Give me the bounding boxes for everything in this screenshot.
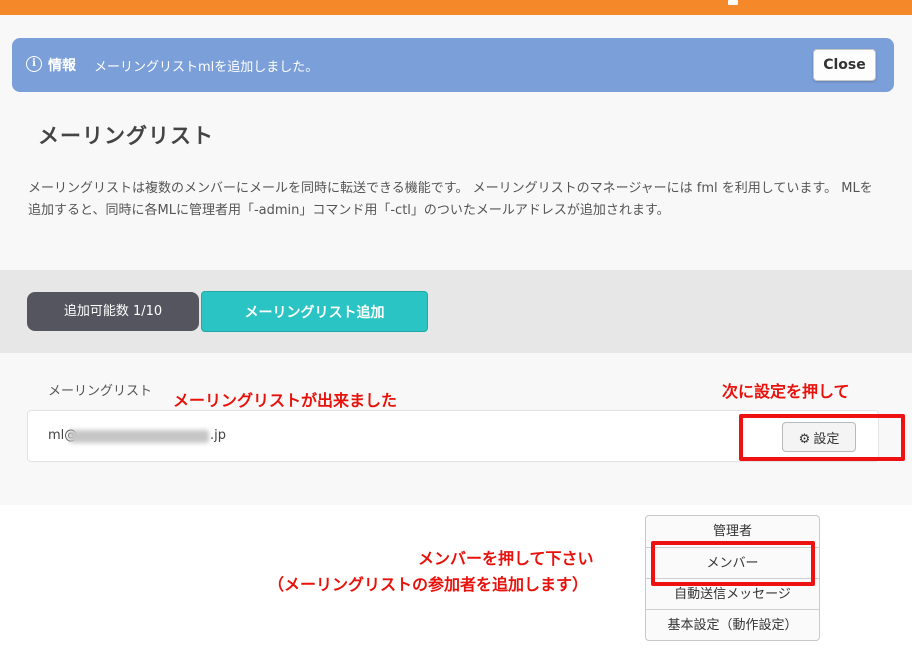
annotation-next-settings: 次に設定を押して [722,382,850,401]
page-title: メーリングリスト [38,124,214,148]
available-count-badge: 追加可能数 1/10 [27,292,199,331]
page-description: メーリングリストは複数のメンバーにメールを同時に転送できる機能です。 メーリング… [28,181,873,218]
menu-item-basic-settings[interactable]: 基本設定（動作設定） [646,609,819,640]
highlight-member-box [651,541,815,586]
annotation-member-line2: （メーリングリストの参加者を追加します） [268,575,589,594]
action-band: 追加可能数 1/10 メーリングリスト追加 [0,270,912,353]
add-mailing-list-button[interactable]: メーリングリスト追加 [201,291,428,332]
header-icon [728,0,738,5]
highlight-settings-box [739,414,905,461]
email-suffix: .jp [210,428,226,443]
annotation-member-line1: メンバーを押して下さい [418,549,594,568]
info-icon: i [26,56,42,72]
alert-label: 情報 [48,58,76,74]
redacted-email-domain [69,430,209,443]
annotation-created: メーリングリストが出来ました [173,391,398,410]
info-alert: i 情報 メーリングリストmlを追加しました。 Close [12,38,894,92]
list-header: メーリングリスト [48,384,153,399]
close-button[interactable]: Close [813,49,876,81]
top-header-bar [0,0,912,15]
alert-message: メーリングリストmlを追加しました。 [94,60,319,75]
